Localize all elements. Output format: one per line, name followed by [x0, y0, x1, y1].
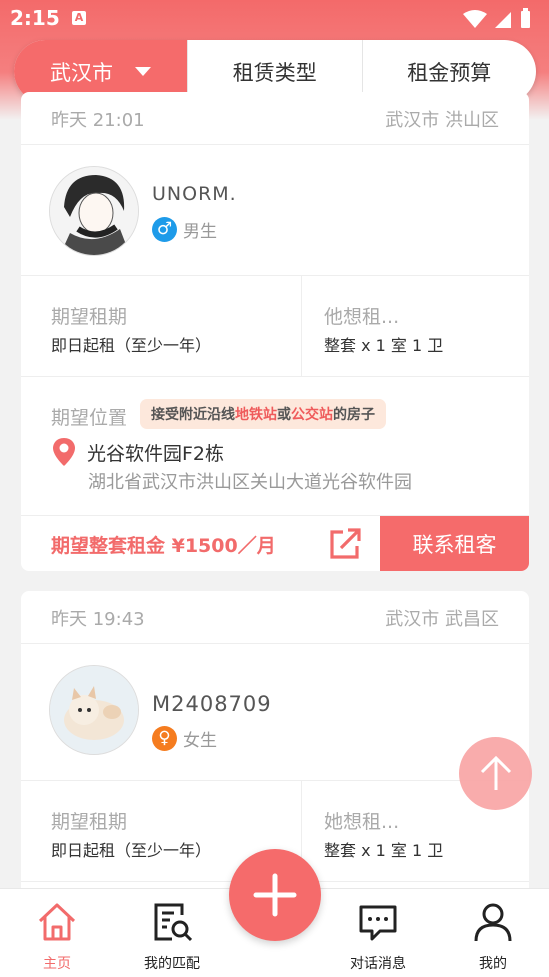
want-rent-value: 整套 x 1 室 1 卫: [324, 336, 444, 355]
notification-a-icon: A: [72, 11, 86, 25]
action-row: 期望整套租金 ¥1500／月 联系租客: [21, 516, 529, 571]
position-label: 期望位置: [51, 407, 128, 429]
tag-bus: 公交站: [291, 407, 333, 423]
post-time: 昨天 19:43: [51, 609, 145, 630]
status-icons: [461, 8, 539, 34]
lease-term-value: 即日起租（至少一年）: [51, 841, 212, 860]
contact-tenant-button[interactable]: 联系租客: [380, 516, 529, 571]
nav-messages-label: 对话消息: [350, 956, 406, 972]
arrow-up-icon: [480, 755, 511, 790]
gender-info: ♀ 女生: [152, 726, 217, 751]
female-icon: ♀: [152, 726, 177, 751]
want-rent-label: 她想租...: [324, 811, 400, 833]
want-rent: 他想租... 整套 x 1 室 1 卫: [302, 276, 529, 376]
location-pin-icon: [53, 438, 75, 466]
add-button[interactable]: [229, 849, 321, 941]
post-time: 昨天 21:01: [51, 110, 145, 131]
transit-tag: 接受附近沿线地铁站或公交站的房子: [140, 399, 386, 429]
plus-icon: [253, 873, 297, 917]
chevron-down-icon: [135, 67, 151, 76]
battery-icon: [521, 11, 530, 28]
lease-term-label: 期望租期: [51, 811, 128, 833]
want-rent-label: 他想租...: [324, 306, 400, 328]
lease-term-value: 即日起租（至少一年）: [51, 336, 212, 355]
post-location: 武汉市 洪山区: [385, 110, 499, 131]
gender-info: ♂ 男生: [152, 217, 217, 242]
lease-row: 期望租期 即日起租（至少一年） 他想租... 整套 x 1 室 1 卫: [21, 276, 529, 377]
nav-matches-label: 我的匹配: [144, 956, 200, 972]
post-location: 武汉市 武昌区: [385, 609, 499, 630]
scroll-top-button[interactable]: [459, 737, 532, 810]
search-document-icon: [154, 903, 192, 942]
lease-term: 期望租期 即日起租（至少一年）: [21, 276, 302, 376]
tag-metro: 地铁站: [235, 407, 277, 423]
username: M2408709: [152, 692, 272, 716]
tag-text: 的房子: [333, 407, 375, 423]
home-icon: [38, 903, 76, 941]
card-header: 昨天 19:43 武汉市 武昌区: [21, 591, 529, 644]
signal-icon: [495, 12, 511, 28]
nav-mine[interactable]: 我的: [448, 889, 538, 977]
position-row: 期望位置 接受附近沿线地铁站或公交站的房子 光谷软件园F2栋 湖北省武汉市洪山区…: [21, 377, 529, 516]
gender-label: 女生: [183, 731, 217, 751]
male-icon: ♂: [152, 217, 177, 242]
user-row: UNORM. ♂ 男生: [21, 145, 529, 276]
chat-icon: [359, 905, 397, 941]
nav-home-label: 主页: [43, 956, 71, 972]
status-time: 2:15: [10, 6, 60, 30]
status-bar: 2:15 A: [0, 0, 549, 40]
user-icon: [474, 903, 512, 942]
nav-matches[interactable]: 我的匹配: [127, 889, 217, 977]
place-name: 光谷软件园F2栋: [87, 442, 225, 465]
tag-text: 接受附近沿线: [151, 407, 235, 423]
card-header: 昨天 21:01 武汉市 洪山区: [21, 92, 529, 145]
nav-mine-label: 我的: [479, 956, 507, 972]
nav-messages[interactable]: 对话消息: [333, 889, 423, 977]
city-filter-label: 武汉市: [50, 60, 113, 85]
user-row: M2408709 ♀ 女生: [21, 644, 529, 781]
avatar[interactable]: [49, 665, 139, 755]
avatar[interactable]: [49, 166, 139, 256]
gender-label: 男生: [183, 222, 217, 242]
lease-term-label: 期望租期: [51, 306, 128, 328]
tag-text: 或: [277, 407, 291, 423]
nav-home[interactable]: 主页: [12, 889, 102, 977]
want-rent-value: 整套 x 1 室 1 卫: [324, 841, 444, 860]
place: 光谷软件园F2栋: [51, 437, 224, 467]
listing-card[interactable]: 昨天 21:01 武汉市 洪山区 UNORM. ♂ 男生 期望租期 即日起租（至…: [21, 92, 529, 571]
place-address: 湖北省武汉市洪山区关山大道光谷软件园: [88, 472, 412, 493]
wifi-icon: [463, 10, 487, 28]
budget-text: 期望整套租金 ¥1500／月: [51, 535, 276, 557]
username: UNORM.: [152, 183, 237, 205]
share-icon[interactable]: [327, 526, 363, 562]
